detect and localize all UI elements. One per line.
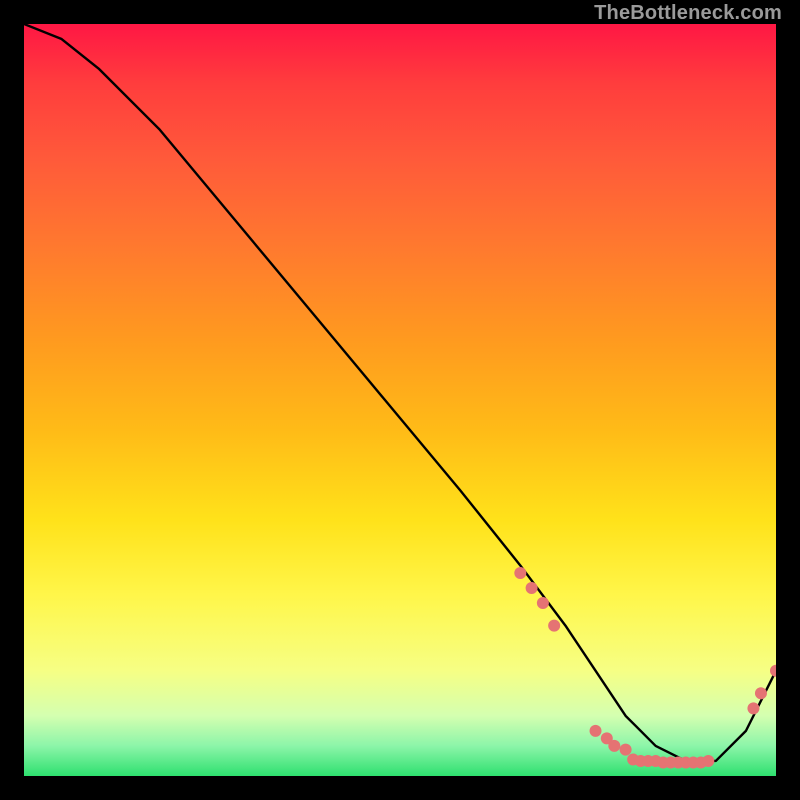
curve-layer	[24, 24, 776, 776]
marker-dot	[755, 687, 767, 699]
marker-dot	[702, 755, 714, 767]
marker-dot	[608, 740, 620, 752]
marker-dot	[514, 567, 526, 579]
marker-dot	[537, 597, 549, 609]
plot-area	[24, 24, 776, 776]
marker-dot	[747, 702, 759, 714]
marker-dot	[620, 744, 632, 756]
marker-dot	[526, 582, 538, 594]
marker-dot	[548, 620, 560, 632]
marker-dot	[770, 665, 776, 677]
series-bottleneck-curve	[24, 24, 776, 761]
marker-dot	[590, 725, 602, 737]
attribution-watermark: TheBottleneck.com	[594, 3, 782, 23]
chart-stage: TheBottleneck.com	[0, 0, 800, 800]
